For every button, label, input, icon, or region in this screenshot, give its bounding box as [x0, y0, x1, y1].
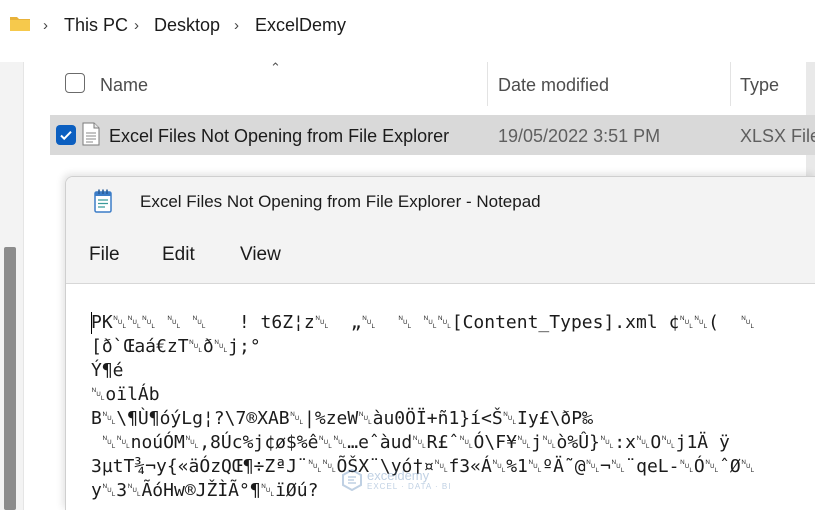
exceldemy-logo-icon: [342, 469, 362, 491]
navigation-scrollbar[interactable]: [4, 247, 16, 510]
text-line: ␀␀noúÓM␀,8Úc%j¢ø$%ê␀␀…eˆàud␀R£ˆ␀Ó\F¥␀j␀ò…: [91, 432, 730, 453]
menu-file[interactable]: File: [89, 244, 120, 266]
breadcrumb-desktop[interactable]: Desktop: [154, 15, 220, 36]
text-line: ␀oïlÁb: [91, 384, 160, 405]
text-file-icon: [82, 122, 100, 146]
watermark-tagline: EXCEL · DATA · BI: [367, 482, 452, 491]
file-name[interactable]: Excel Files Not Opening from File Explor…: [109, 126, 449, 147]
notepad-menu-bar: File Edit View: [66, 225, 815, 284]
breadcrumb-this-pc[interactable]: This PC: [64, 15, 128, 36]
text-line: B␀\¶Ù¶óýLg¦?\7®XAB␀|%zeW␀àu0ÖÏ+ñ1}í<Š␀Iy…: [91, 408, 593, 429]
text-line: Ý¶é: [91, 360, 124, 381]
menu-view[interactable]: View: [240, 244, 281, 266]
chevron-right-icon[interactable]: ›: [43, 17, 48, 34]
select-all-checkbox[interactable]: [65, 73, 85, 93]
watermark: exceldemy EXCEL · DATA · BI: [341, 469, 451, 491]
text-line: [ð`Œaá€zT␀ð␀j;°: [91, 336, 261, 357]
column-divider[interactable]: [730, 62, 731, 106]
notepad-window: Excel Files Not Opening from File Explor…: [65, 176, 815, 510]
folder-icon: [10, 17, 30, 31]
notepad-title: Excel Files Not Opening from File Explor…: [140, 192, 541, 211]
file-row-checkbox[interactable]: [56, 125, 76, 145]
breadcrumb-exceldemy[interactable]: ExcelDemy: [255, 15, 346, 36]
column-divider[interactable]: [487, 62, 488, 106]
menu-edit[interactable]: Edit: [162, 244, 195, 266]
notepad-title-bar[interactable]: Excel Files Not Opening from File Explor…: [66, 177, 815, 225]
watermark-name: exceldemy: [367, 468, 430, 483]
text-line: y␀3␀ÃóHw®JŽÌÃ°¶␀ïØú?: [91, 480, 319, 501]
column-header-type[interactable]: Type: [740, 75, 779, 96]
address-bar[interactable]: › This PC › Desktop › ExcelDemy: [0, 0, 815, 52]
notepad-icon: [94, 189, 112, 213]
column-header-date-modified[interactable]: Date modified: [498, 75, 609, 96]
column-header-name[interactable]: Name: [100, 75, 148, 96]
file-type: XLSX File: [740, 126, 815, 146]
sort-ascending-icon: ⌃: [270, 60, 281, 75]
chevron-right-icon[interactable]: ›: [234, 17, 239, 34]
text-line: PK␀␀␀ ␀ ␀ ! t6Z¦z␀ „␀ ␀ ␀␀[Content_Types…: [91, 312, 756, 333]
checkmark-icon: [60, 131, 72, 141]
file-date-modified: 19/05/2022 3:51 PM: [498, 126, 661, 146]
chevron-right-icon[interactable]: ›: [134, 17, 139, 34]
